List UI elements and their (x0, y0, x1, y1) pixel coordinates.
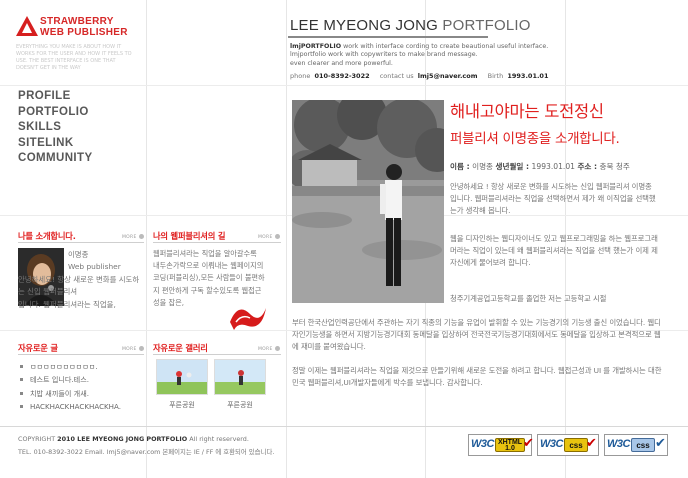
logo[interactable]: STRAWBERRY WEB PUBLISHER EVERYTHING YOU … (16, 16, 146, 82)
intro-paragraph-4: 정말 이제는 웹퍼블리셔라는 직업을 제것으로 만들기위해 새로운 도전을 하려… (292, 366, 662, 388)
main-nav: PROFILE PORTFOLIO SKILLS SITELINK COMMUN… (18, 89, 93, 167)
section-title-free[interactable]: 자유로운 글 (18, 342, 58, 354)
desc-line-2: lmjportfolio work with copywriters to ma… (290, 51, 478, 59)
desc-brand: lmjPORTFOLIO (290, 43, 342, 50)
xhtml-version: 1.0 (505, 445, 515, 452)
gallery-thumbnail[interactable] (214, 359, 266, 395)
name-value: 이명종 (472, 162, 494, 171)
title-main: LEE MYEONG JONG (290, 17, 439, 34)
section-divider (18, 242, 144, 243)
copyright-owner: 2010 LEE MYEONG JONG PORTFOLIO (57, 435, 188, 443)
title-accent: PORTFOLIO (442, 17, 531, 34)
list-item[interactable]: HACKHACKHACKHACKHA. (20, 400, 121, 413)
section-divider (153, 242, 281, 243)
intro-paragraph-2: 웹을 디자인하는 웹디자이너도 있고 웹프로그래밍을 하는 웹프로그래머라는 직… (450, 234, 658, 268)
w3c-css-badge-yellow[interactable]: W3C css ✔ (537, 434, 599, 456)
copyright-prefix: COPYRIGHT (18, 435, 56, 443)
contact-label: contact us (379, 72, 414, 80)
title-underline (288, 36, 488, 38)
list-item[interactable]: ㅁㅁㅁㅁㅁㅁㅁㅁㅁㅁ. (20, 360, 121, 373)
more-button-free[interactable]: MORE (122, 346, 144, 352)
nav-item-skills[interactable]: SKILLS (18, 120, 93, 136)
logo-text: STRAWBERRY WEB PUBLISHER (40, 16, 128, 38)
footer-divider (0, 426, 688, 427)
list-item[interactable]: 테스트 입니다.테스. (20, 373, 121, 386)
checkmark-icon: ✔ (586, 436, 597, 451)
intro-paragraph-3: 부터 한국산업인력공단에서 주관하는 자기 직종의 기능을 유업이 발휘할 수 … (292, 318, 661, 352)
profile-summary: Web publisher 안녕하세요! 항상 새로운 변화를 시도하는 신입 … (18, 261, 142, 311)
w3c-logo-text: W3C (607, 438, 630, 450)
birth-info-value: 1993.01.01 (531, 162, 576, 171)
gallery-caption: 푸른공원 (169, 401, 195, 409)
nav-item-community[interactable]: COMMUNITY (18, 151, 93, 167)
section-divider (18, 354, 144, 355)
profile-text-line: Web publisher (68, 262, 121, 271)
logo-tagline: EVERYTHING YOU MAKE IS ABOUT HOW IT WORK… (16, 44, 132, 71)
contact-email[interactable]: lmj5@naver.com (418, 72, 478, 80)
css-label: css (631, 438, 655, 452)
strawberry-logo-icon (16, 16, 38, 36)
gallery-thumbnail[interactable] (156, 359, 208, 395)
xhtml-version-label: XHTML 1.0 (495, 438, 525, 452)
more-button-gallery[interactable]: MORE (258, 346, 280, 352)
checkmark-icon: ✔ (523, 436, 534, 451)
intro-paragraph-3-start: 청주기계공업고등학교를 졸업한 저는 고등학교 시절 (450, 294, 607, 303)
css-label: css (564, 438, 588, 452)
section-title-intro[interactable]: 나를 소개합니다. (18, 230, 76, 242)
profile-info: 이름 : 이명종 생년월일 : 1993.01.01 주소 : 충북 청주 (450, 161, 630, 172)
footer: COPYRIGHT 2010 LEE MYEONG JONG PORTFOLIO… (18, 433, 274, 459)
w3c-logo-text: W3C (540, 438, 563, 450)
phone-value: 010-8392-3022 (314, 72, 370, 80)
name-label: 이름 : (450, 162, 470, 171)
ribbon-icon (226, 300, 268, 332)
logo-line-2: WEB PUBLISHER (40, 27, 128, 38)
page-title: LEE MYEONG JONG PORTFOLIO (290, 17, 531, 34)
w3c-xhtml-badge[interactable]: W3C XHTML 1.0 ✔ (468, 434, 534, 456)
w3c-css-badge-blue[interactable]: W3C css ✔ (604, 434, 668, 456)
gallery-caption: 푸른공원 (227, 401, 253, 409)
address-value: 충북 청주 (599, 162, 630, 171)
nav-item-portfolio[interactable]: PORTFOLIO (18, 105, 93, 121)
w3c-logo-text: W3C (471, 438, 494, 450)
header-description: lmjPORTFOLIO work with interface cording… (290, 43, 590, 68)
birth-value: 1993.01.01 (507, 72, 549, 80)
intro-paragraph-1: 안녕하세요 ! 항상 새로운 변화를 시도하는 신입 웹퍼블리셔 이명종 입니다… (450, 182, 656, 216)
birth-info-label: 생년월일 : (495, 162, 530, 171)
birth-label: Birth (487, 72, 504, 80)
section-title-blog[interactable]: 나의 웹퍼블리셔의 길 (153, 230, 225, 242)
grid-line (286, 0, 287, 478)
grid-line (146, 0, 147, 478)
free-post-list: ㅁㅁㅁㅁㅁㅁㅁㅁㅁㅁ. 테스트 입니다.테스. 치밥 새끼들이 개새. HACK… (20, 360, 121, 413)
more-button-blog[interactable]: MORE (258, 234, 280, 240)
grid-line (0, 85, 688, 86)
desc-line-3: even clearer and more powerful. (290, 59, 393, 67)
logo-line-1: STRAWBERRY (40, 16, 114, 27)
more-button-intro[interactable]: MORE (122, 234, 144, 240)
desc-line-1: work with interface cording to create be… (343, 43, 549, 50)
address-label: 주소 : (577, 162, 598, 171)
portrait-photo (292, 100, 444, 303)
headline: 해내고야마는 도전정신 (450, 102, 604, 121)
checkmark-icon: ✔ (655, 436, 666, 451)
section-divider (153, 354, 281, 355)
profile-text-line: 입니다. 웹퍼블리셔라는 직업을, (18, 299, 116, 309)
nav-item-sitelink[interactable]: SITELINK (18, 136, 93, 152)
subheadline: 퍼블리셔 이명종을 소개합니다. (450, 131, 620, 147)
copyright-suffix: All right reserverd. (189, 435, 249, 443)
nav-item-profile[interactable]: PROFILE (18, 89, 93, 105)
section-title-gallery[interactable]: 자유로운 갤러리 (153, 342, 208, 354)
phone-label: phone (290, 72, 311, 80)
footer-contact: TEL. 010-8392-3022 Email. lmj5@naver.com… (18, 447, 275, 456)
header-contact: phone 010-8392-3022 contact us lmj5@nave… (290, 72, 556, 80)
list-item[interactable]: 치밥 새끼들이 개새. (20, 387, 121, 400)
profile-text-line: 안녕하세요! 항상 새로운 변화를 시도하는 신입 웹퍼블리셔 (18, 274, 140, 297)
profile-name: 이명종 (68, 250, 89, 259)
